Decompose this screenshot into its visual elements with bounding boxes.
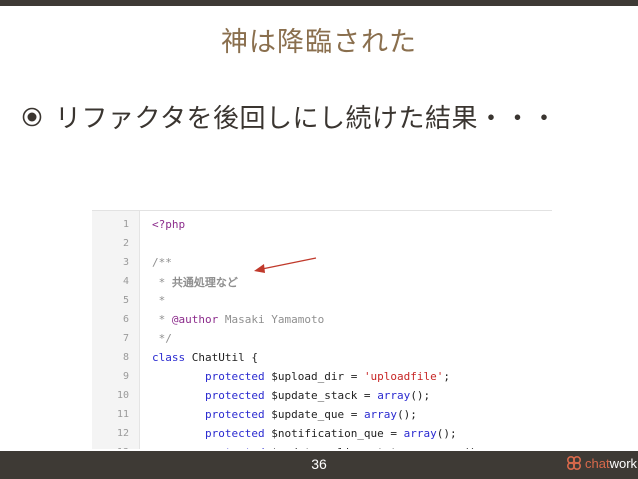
code-text: /** — [152, 256, 172, 269]
code-line: 9 protected $upload_dir = 'uploadfile'; — [92, 367, 552, 386]
bullet-text: リファクタを後回しにし続けた結果・・・ — [55, 104, 558, 134]
code-line: 12 protected $notification_que = array()… — [92, 424, 552, 443]
footer-bar: 36 chat work — [0, 451, 638, 479]
code-screenshot: 1 <?php 2 3/** 4 * 共通処理など 5 * 6 * @author Masa… — [92, 210, 552, 449]
code-text: class ChatUtil { — [152, 351, 258, 364]
line-number: 6 — [92, 310, 140, 329]
code-text: * @author Masaki Yamamoto — [152, 313, 325, 326]
line-number: 8 — [92, 348, 140, 367]
top-bar — [0, 0, 638, 6]
code-line: 13 protected $update_online_status = arr… — [92, 443, 552, 449]
code-text: protected $update_online_status = array(… — [140, 446, 483, 449]
code-text: protected $upload_dir = 'uploadfile'; — [204, 370, 451, 383]
code-text: <?php — [152, 218, 186, 231]
line-number: 3 — [92, 253, 140, 272]
line-number: 13 — [92, 443, 140, 449]
line-number: 7 — [92, 329, 140, 348]
line-number: 4 — [92, 272, 140, 291]
slide-title: 神は降臨された — [221, 27, 417, 58]
code-line: 10 protected $update_stack = array(); — [92, 386, 552, 405]
brand-text-work: work — [609, 455, 638, 471]
line-number: 5 — [92, 291, 140, 310]
code-line: 6 * @author Masaki Yamamoto — [92, 310, 552, 329]
code-text: protected $update_que = array(); — [204, 408, 417, 421]
line-number: 9 — [92, 367, 140, 386]
code-text: protected $update_stack = array(); — [204, 389, 431, 402]
code-line: 7 */ — [92, 329, 552, 348]
code-line: 5 * — [92, 291, 552, 310]
line-number: 11 — [92, 405, 140, 424]
code-line: 8 class ChatUtil { — [92, 348, 552, 367]
line-number: 1 — [92, 215, 140, 234]
page-number: 36 — [311, 456, 327, 472]
code-text: * — [152, 294, 166, 307]
line-number: 12 — [92, 424, 140, 443]
line-number: 2 — [92, 234, 140, 253]
red-arrow-icon — [254, 257, 317, 273]
code-text: */ — [152, 332, 172, 345]
gutter-background — [92, 211, 140, 215]
code-line: 1 <?php — [92, 215, 552, 234]
chatwork-logo-icon — [566, 455, 582, 471]
code-text: * 共通処理など — [152, 275, 238, 289]
code-line: 11 protected $update_que = array(); — [92, 405, 552, 424]
brand-text-chat: chat — [585, 455, 610, 471]
code-text: protected $notification_que = array(); — [204, 427, 457, 440]
brand-logo: chat work — [566, 455, 637, 471]
fisheye-bullet-icon — [22, 107, 42, 126]
bullet-point: リファクタを後回しにし続けた結果・・・ — [22, 98, 557, 135]
line-number: 10 — [92, 386, 140, 405]
